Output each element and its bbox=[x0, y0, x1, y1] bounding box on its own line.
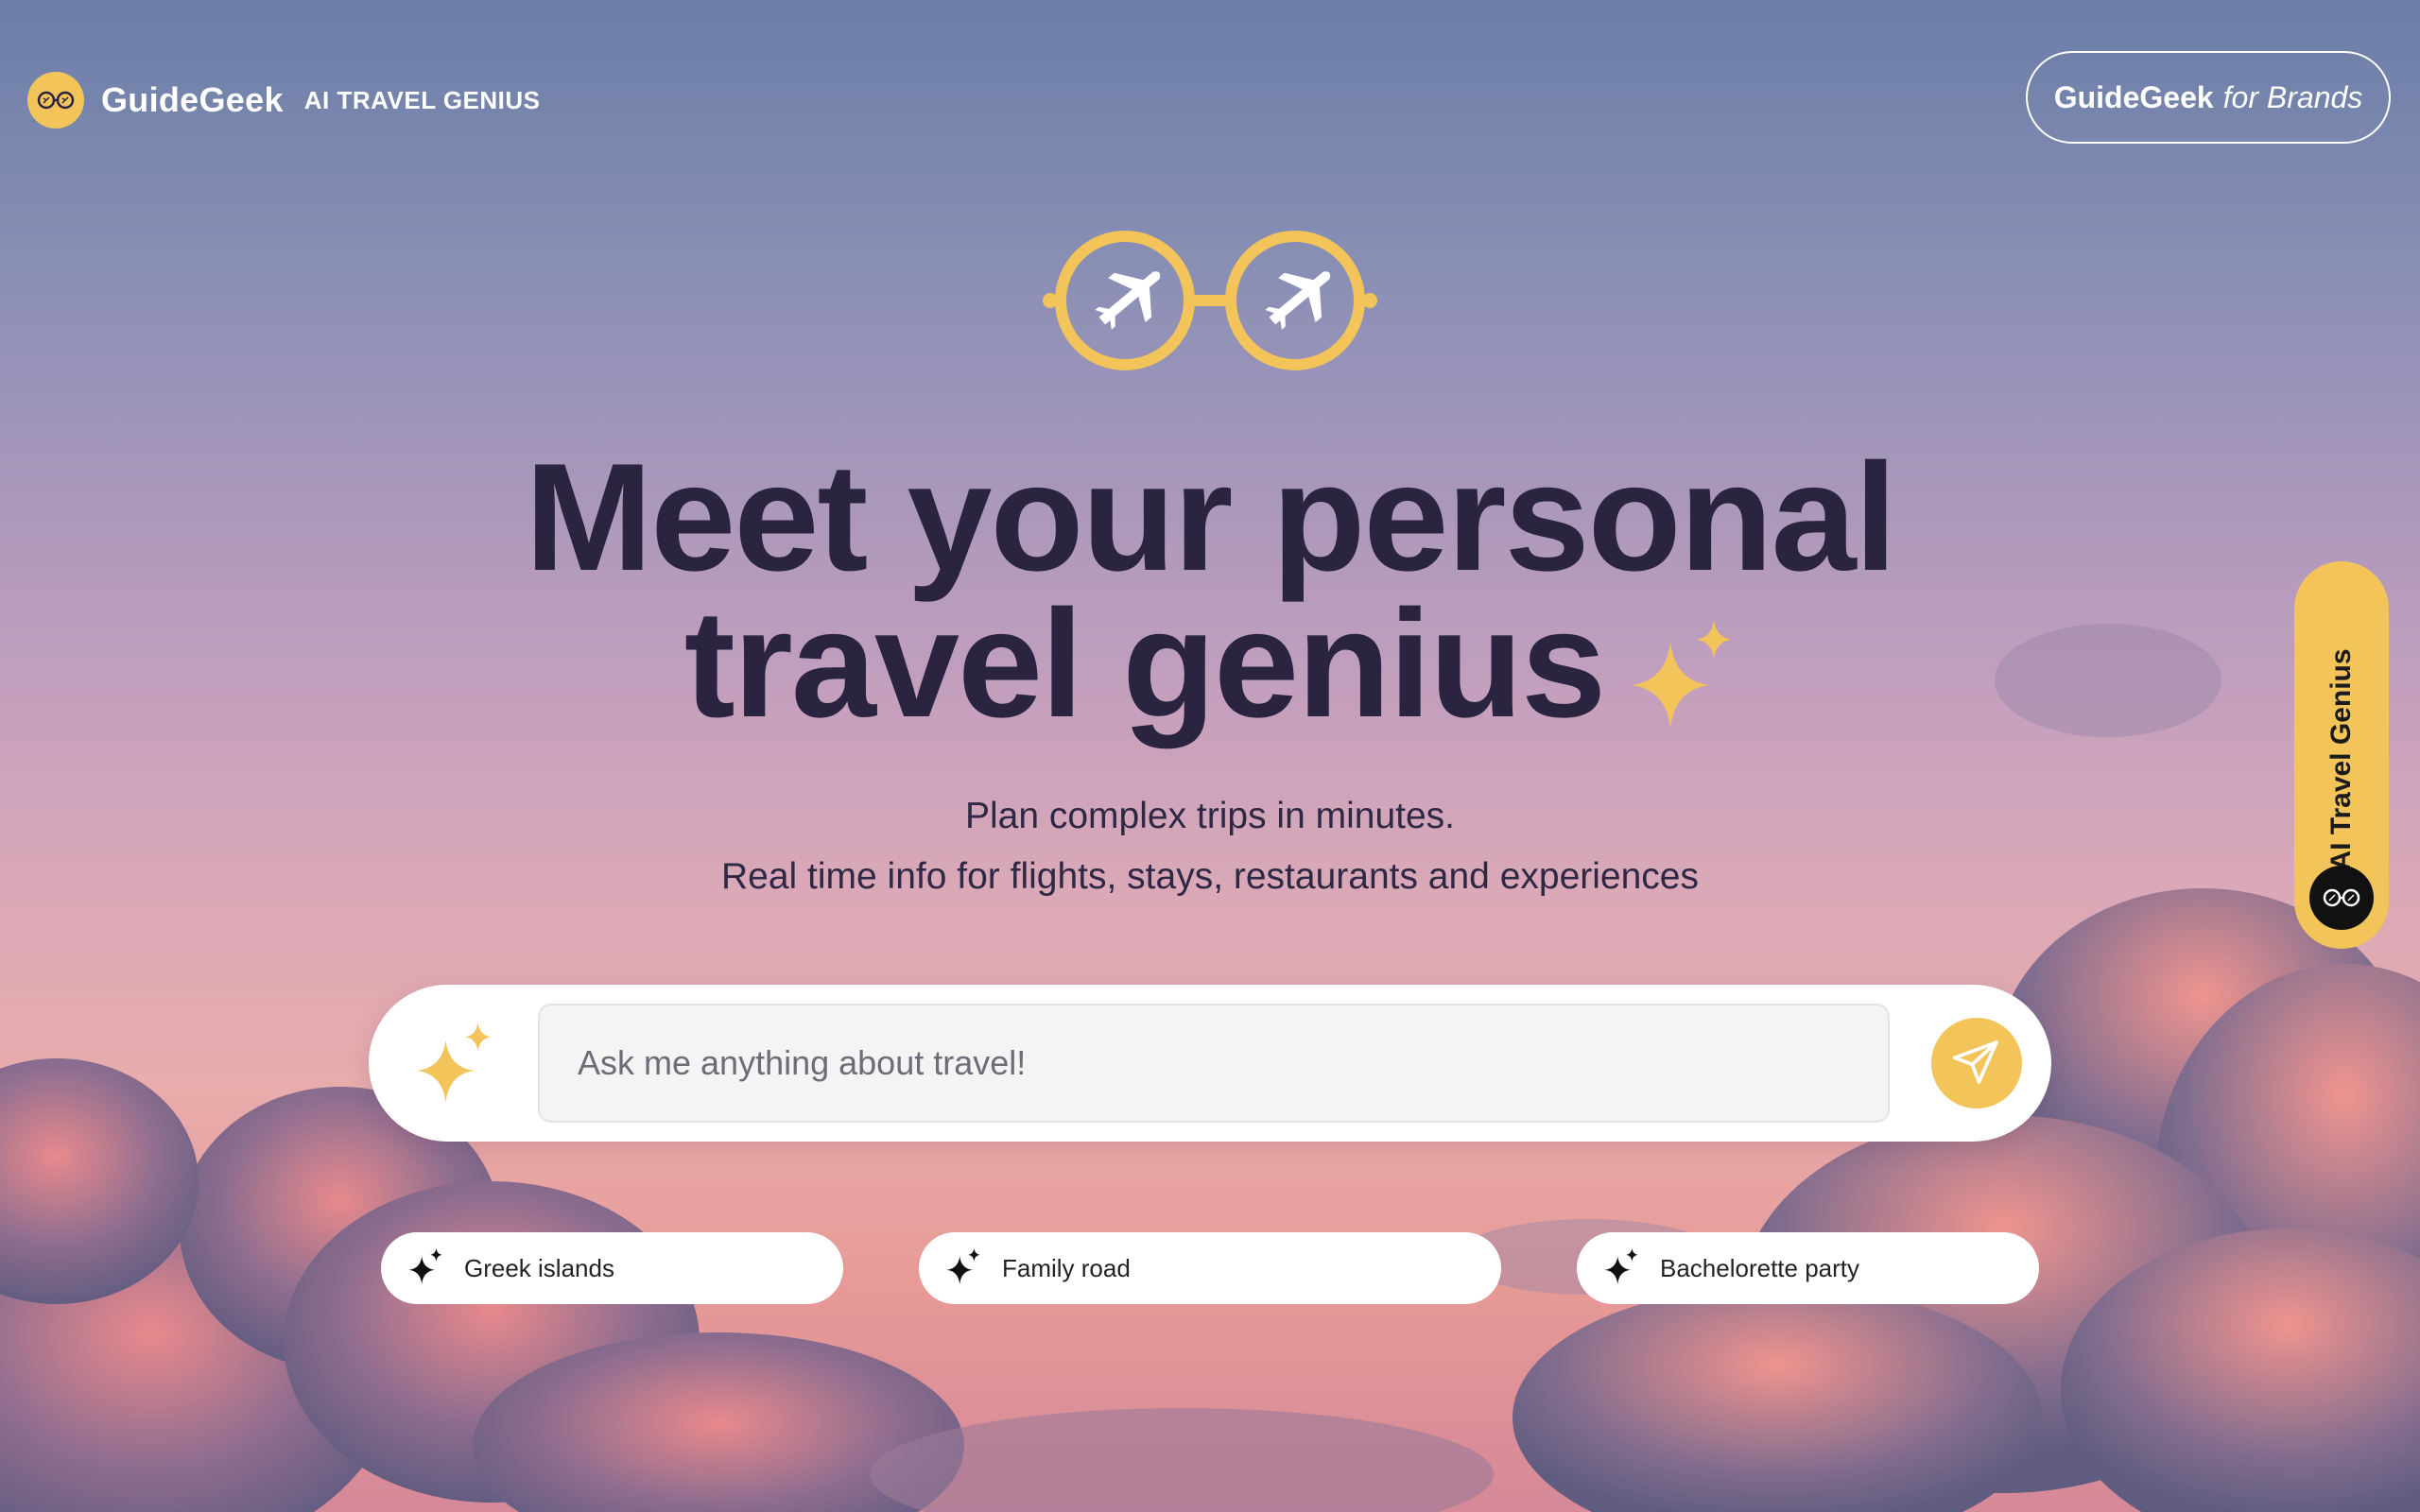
hero-subtitle-2: Real time info for flights, stays, resta… bbox=[721, 856, 1699, 897]
suggestion-chip-label: Family road bbox=[1002, 1253, 1131, 1282]
suggestion-chip-label: Greek islands bbox=[464, 1253, 614, 1282]
sparkle-icon bbox=[1603, 1247, 1639, 1289]
send-icon bbox=[1950, 1036, 2003, 1091]
for-brands-button[interactable]: GuideGeek for Brands bbox=[2026, 51, 2391, 144]
sparkle-icon bbox=[945, 1247, 981, 1289]
suggestion-chip-family-road[interactable]: Family road bbox=[919, 1232, 1501, 1304]
for-brands-button-suffix: for Brands bbox=[2222, 79, 2363, 114]
send-button[interactable] bbox=[1931, 1018, 2022, 1108]
brand-name: GuideGeek bbox=[101, 80, 284, 119]
brand-logo[interactable]: GuideGeek AI TRAVEL GENIUS bbox=[27, 71, 541, 129]
sparkle-icon bbox=[1627, 603, 1736, 749]
ai-travel-genius-side-tab[interactable]: AI Travel Genius bbox=[2294, 561, 2389, 949]
airplane-icon bbox=[1095, 271, 1161, 330]
side-tab-label: AI Travel Genius bbox=[2325, 648, 2357, 871]
for-brands-button-brand: GuideGeek bbox=[2053, 79, 2214, 114]
suggestion-chip-label: Bachelorette party bbox=[1660, 1253, 1860, 1282]
suggestion-chip-greek-islands[interactable]: Greek islands bbox=[381, 1232, 843, 1304]
chat-bar bbox=[369, 985, 2051, 1142]
chat-input[interactable] bbox=[538, 1004, 1890, 1123]
sparkle-icon bbox=[407, 1247, 443, 1289]
glasses-logo-icon bbox=[27, 72, 84, 129]
suggestion-chip-bachelorette-party[interactable]: Bachelorette party bbox=[1577, 1232, 2039, 1304]
sparkle-icon bbox=[411, 1022, 496, 1108]
hero-subtitle-1: Plan complex trips in minutes. bbox=[964, 796, 1456, 836]
airplane-icon bbox=[1265, 271, 1331, 330]
brand-tagline: AI TRAVEL GENIUS bbox=[303, 85, 541, 114]
glasses-logo-icon bbox=[2309, 866, 2374, 930]
hero-headline: Meet your personal travel genius bbox=[0, 441, 2420, 749]
headline-line-2: travel genius bbox=[683, 578, 1606, 749]
headline-line-1: Meet your personal bbox=[525, 432, 1896, 603]
glasses-hero-icon bbox=[1043, 231, 1377, 370]
